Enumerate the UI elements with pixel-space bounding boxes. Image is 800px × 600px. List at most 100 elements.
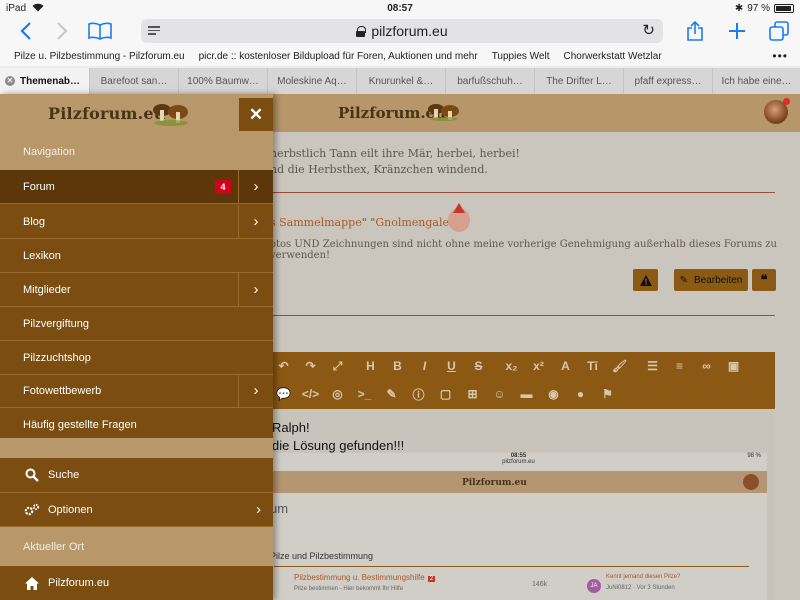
- close-tab-icon[interactable]: ✕: [5, 76, 15, 86]
- chevron-right-icon[interactable]: ›: [238, 205, 273, 238]
- link-icon[interactable]: ∞: [693, 359, 720, 373]
- redo-icon[interactable]: ↷: [297, 359, 324, 373]
- forward-button[interactable]: [44, 16, 80, 46]
- quote-button[interactable]: ❝: [752, 269, 776, 291]
- user-avatar[interactable]: [764, 98, 790, 124]
- bookmarks-bar: Pilze u. Pilzbestimmung - Pilzforum.eu p…: [0, 46, 800, 66]
- mushroom-icon[interactable]: ●: [567, 387, 594, 401]
- drawer-logo-text[interactable]: Pilzforum.eu: [48, 104, 166, 123]
- share-button[interactable]: [674, 16, 716, 46]
- bold-icon[interactable]: B: [384, 359, 411, 373]
- screenshot-status: 08:55 pilzforum.eu 98 %: [270, 453, 767, 471]
- drawer-item-search[interactable]: Suche: [0, 458, 273, 493]
- section-navigation: Navigation: [0, 134, 273, 170]
- drawer-item-pilzzuchtshop[interactable]: Pilzzuchtshop: [0, 341, 273, 375]
- terminal-icon[interactable]: >_: [351, 387, 378, 401]
- drawer-item-pilzvergiftung[interactable]: Pilzvergiftung: [0, 307, 273, 341]
- mushroom-logo-icon: [153, 104, 188, 126]
- screenshot-battery: 98 %: [747, 453, 761, 459]
- tab-baumwolle[interactable]: 100% Baumw…: [178, 68, 267, 94]
- tab-themenab[interactable]: ✕ Themenab…: [0, 68, 89, 94]
- tab-label: barfußschuh…: [457, 75, 523, 87]
- tabs-button[interactable]: [758, 16, 800, 46]
- underline-icon[interactable]: U: [438, 359, 465, 373]
- horizontal-rule-icon[interactable]: ▬: [513, 387, 540, 401]
- tab-knurunkel[interactable]: Knurunkel &…: [356, 68, 445, 94]
- new-tab-button[interactable]: [716, 16, 758, 46]
- reader-icon[interactable]: [148, 26, 160, 37]
- chevron-right-icon[interactable]: ›: [238, 170, 273, 203]
- drawer-item-label: Optionen: [48, 503, 93, 516]
- box-icon[interactable]: ▢: [432, 387, 459, 401]
- drawer-item-label: Pilzvergiftung: [23, 317, 90, 330]
- globe-icon[interactable]: ◉: [540, 387, 567, 401]
- tab-ich-habe[interactable]: Ich habe eine…: [712, 68, 800, 94]
- drawer-item-location[interactable]: Pilzforum.eu: [0, 566, 273, 600]
- drawer-item-fotowettbewerb[interactable]: Fotowettbewerb ›: [0, 374, 273, 408]
- divider: [270, 315, 775, 316]
- drawer-item-mitglieder[interactable]: Mitglieder ›: [0, 273, 273, 307]
- align-icon[interactable]: ≡: [666, 359, 693, 373]
- report-button[interactable]: [633, 269, 658, 291]
- close-drawer-button[interactable]: ✕: [239, 98, 273, 131]
- table-icon[interactable]: ⊞: [459, 387, 486, 401]
- smiley-icon[interactable]: ☺: [486, 387, 513, 401]
- chevron-right-icon[interactable]: ›: [238, 374, 273, 407]
- edit-box-icon[interactable]: ✎: [378, 387, 405, 401]
- strikethrough-icon[interactable]: S: [465, 359, 492, 373]
- undo-icon[interactable]: ↶: [270, 359, 297, 373]
- divider: [270, 192, 775, 193]
- mushroom-logo-icon: [428, 104, 459, 121]
- screenshot-badge: 2: [427, 576, 436, 582]
- heading-icon[interactable]: H: [357, 359, 384, 373]
- screenshot-header: Pilzforum.eu: [270, 471, 767, 493]
- link-sammelmappe[interactable]: s Sammelmappe: [270, 216, 362, 229]
- more-icon[interactable]: •••: [772, 49, 788, 63]
- tab-label: Moleskine Aq…: [277, 75, 347, 87]
- drawer-item-lexikon[interactable]: Lexikon: [0, 239, 273, 273]
- color-brush-icon[interactable]: 🖌: [606, 359, 633, 373]
- tab-moleskine[interactable]: Moleskine Aq…: [267, 68, 356, 94]
- drawer-item-label: Blog: [23, 215, 46, 228]
- speech-bubble-icon[interactable]: 💬: [270, 387, 297, 401]
- code-icon[interactable]: </>: [297, 387, 324, 401]
- image-icon[interactable]: ▣: [720, 359, 747, 373]
- chevron-right-icon[interactable]: ›: [256, 501, 261, 518]
- back-button[interactable]: [8, 16, 44, 46]
- edit-button[interactable]: ✎ Bearbeiten: [674, 269, 748, 291]
- bookmark-picr[interactable]: picr.de :: kostenloser Bildupload für Fo…: [199, 51, 478, 62]
- bookmarks-button[interactable]: [80, 16, 120, 46]
- info-icon[interactable]: ⓘ: [405, 386, 432, 403]
- chevron-right-icon[interactable]: ›: [238, 273, 273, 306]
- tab-label: pfaff express…: [634, 75, 702, 87]
- drawer-item-label: Pilzforum.eu: [48, 577, 110, 589]
- superscript-icon[interactable]: x²: [525, 359, 552, 373]
- drawer-item-blog[interactable]: Blog ›: [0, 205, 273, 239]
- bookmark-pilzforum[interactable]: Pilze u. Pilzbestimmung - Pilzforum.eu: [14, 51, 185, 62]
- tab-pfaff[interactable]: pfaff express…: [623, 68, 712, 94]
- drawer-item-forum[interactable]: Forum 4 ›: [0, 170, 273, 204]
- tab-strip: ✕ Themenab… Barefoot san… 100% Baumw… Mo…: [0, 68, 800, 94]
- list-icon[interactable]: ☰: [639, 359, 666, 373]
- tab-barefoot[interactable]: Barefoot san…: [89, 68, 178, 94]
- screenshot-last-post: Kennt jemand diesen Pilze?: [606, 574, 681, 580]
- spoiler-icon[interactable]: ◎: [324, 387, 351, 401]
- bookmark-tuppies[interactable]: Tuppies Welt: [492, 51, 550, 62]
- subscript-icon[interactable]: x₂: [498, 359, 525, 373]
- tab-drifter[interactable]: The Drifter L…: [534, 68, 623, 94]
- fullscreen-icon[interactable]: ⤢: [324, 359, 351, 374]
- share-icon: [687, 21, 703, 41]
- font-family-icon[interactable]: Tī: [579, 359, 606, 373]
- browser-toolbar: pilzforum.eu ↻: [0, 16, 800, 46]
- address-bar[interactable]: pilzforum.eu ↻: [141, 19, 663, 43]
- bookmark-chorwerkstatt[interactable]: Chorwerkstatt Wetzlar: [564, 51, 662, 62]
- italic-icon[interactable]: I: [411, 359, 438, 373]
- drawer-item-faq[interactable]: Häufig gestellte Fragen: [0, 408, 273, 442]
- reload-icon[interactable]: ↻: [642, 21, 655, 39]
- flag-icon[interactable]: ⚑: [594, 387, 621, 401]
- close-icon: ✕: [248, 104, 264, 124]
- tab-barfussschuh[interactable]: barfußschuh…: [445, 68, 534, 94]
- drawer-item-options[interactable]: Optionen ›: [0, 493, 273, 527]
- font-size-icon[interactable]: A: [552, 359, 579, 373]
- screenshot-last-user: JuNi0812 · Vor 3 Stunden: [606, 585, 675, 591]
